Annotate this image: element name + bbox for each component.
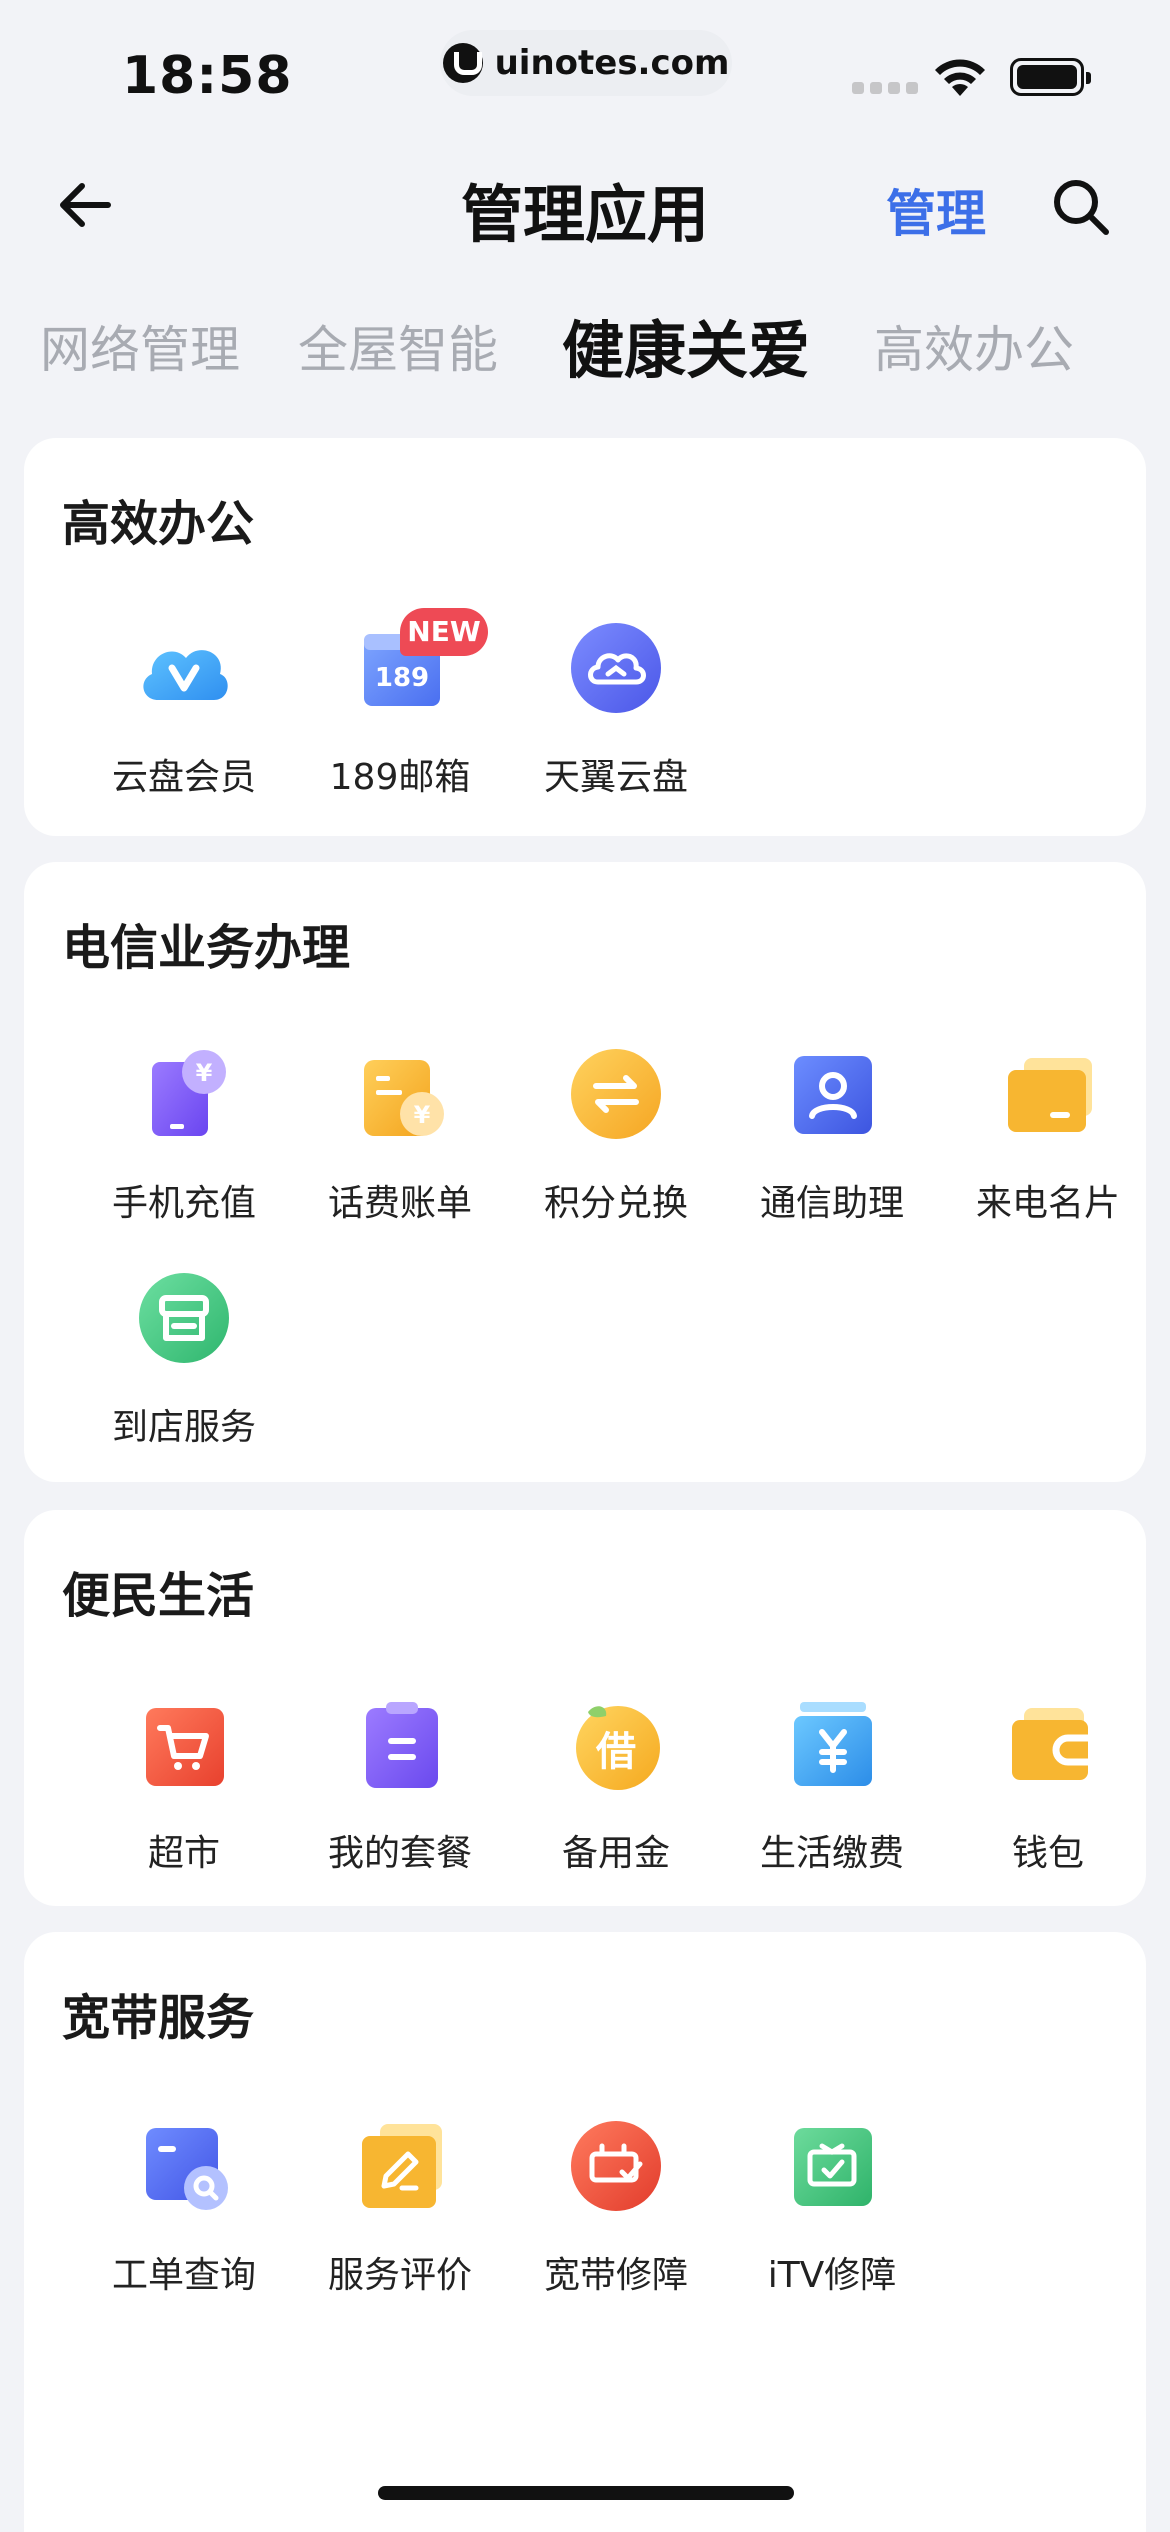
app-loan[interactable]: 借 备用金 bbox=[508, 1694, 724, 1884]
caller-card-icon bbox=[1008, 1058, 1092, 1132]
app-points-exchange[interactable]: 积分兑换 bbox=[508, 1044, 724, 1234]
app-label: 服务评价 bbox=[327, 2255, 472, 2296]
app-bill[interactable]: ¥ 话费账单 bbox=[292, 1044, 508, 1234]
service-review-icon bbox=[362, 2124, 442, 2208]
section-broadband: 宽带服务 工单查询 服务评价 宽带修障 iTV修障 bbox=[24, 1932, 1146, 2532]
section-title: 高效办公 bbox=[62, 496, 255, 552]
manage-button[interactable]: 管理 bbox=[886, 174, 986, 246]
app-label: 钱包 bbox=[1011, 1833, 1084, 1874]
app-label: 积分兑换 bbox=[543, 1183, 688, 1224]
page-title: 管理应用 bbox=[460, 178, 709, 251]
tab-smart-home[interactable]: 全屋智能 bbox=[298, 310, 498, 382]
app-label: 备用金 bbox=[561, 1833, 670, 1874]
app-189-mail[interactable]: 189 NEW 189邮箱 bbox=[292, 608, 508, 808]
category-tabs: 网络管理 全屋智能 健康关爱 高效办公 bbox=[0, 300, 1170, 390]
battery-icon bbox=[1010, 58, 1091, 96]
comm-assistant-icon bbox=[794, 1056, 872, 1134]
supermarket-icon bbox=[146, 1708, 224, 1786]
app-label: 天翼云盘 bbox=[543, 757, 688, 798]
app-label: 到店服务 bbox=[111, 1407, 256, 1448]
app-label: 手机充值 bbox=[111, 1183, 256, 1224]
tab-health[interactable]: 健康关爱 bbox=[562, 300, 810, 390]
store-service-icon bbox=[139, 1273, 229, 1363]
nav-bar: 管理应用 管理 bbox=[0, 150, 1170, 260]
broadband-repair-icon bbox=[571, 2121, 661, 2211]
app-label: 云盘会员 bbox=[111, 757, 256, 798]
tab-office[interactable]: 高效办公 bbox=[874, 310, 1074, 382]
app-label: 我的套餐 bbox=[327, 1833, 472, 1874]
app-comm-assistant[interactable]: 通信助理 bbox=[724, 1044, 940, 1234]
app-ticket-query[interactable]: 工单查询 bbox=[76, 2116, 292, 2306]
svg-text:189: 189 bbox=[375, 663, 429, 693]
home-indicator[interactable] bbox=[378, 2486, 794, 2500]
app-label: iTV修障 bbox=[767, 2255, 897, 2296]
points-exchange-icon bbox=[571, 1049, 661, 1139]
app-cloud-disk[interactable]: 天翼云盘 bbox=[508, 618, 724, 808]
app-label: 通信助理 bbox=[759, 1183, 904, 1224]
app-caller-card[interactable]: 来电名片 bbox=[940, 1044, 1156, 1234]
app-cloud-vip[interactable]: 云盘会员 bbox=[76, 618, 292, 808]
svg-text:¥: ¥ bbox=[414, 1101, 431, 1129]
section-office: 高效办公 云盘会员 189 NEW 189邮箱 天翼云盘 bbox=[24, 438, 1146, 836]
tab-network[interactable]: 网络管理 bbox=[40, 310, 240, 382]
cellular-signal-icon bbox=[852, 82, 918, 94]
url-pill[interactable]: uinotes.com bbox=[440, 30, 732, 96]
cloud-vip-icon bbox=[143, 650, 228, 700]
section-title: 便民生活 bbox=[62, 1568, 255, 1624]
app-broadband-repair[interactable]: 宽带修障 bbox=[508, 2116, 724, 2306]
section-title: 电信业务办理 bbox=[62, 920, 351, 976]
app-wallet[interactable]: 钱包 bbox=[940, 1694, 1156, 1884]
search-icon[interactable] bbox=[1050, 176, 1112, 238]
phone-recharge-icon: ¥ bbox=[152, 1050, 226, 1136]
app-supermarket[interactable]: 超市 bbox=[76, 1694, 292, 1884]
app-label: 宽带修障 bbox=[543, 2255, 688, 2296]
utility-payment-icon bbox=[794, 1702, 872, 1786]
app-store-service[interactable]: 到店服务 bbox=[76, 1268, 292, 1458]
app-label: 189邮箱 bbox=[329, 757, 471, 798]
app-label: 生活缴费 bbox=[759, 1833, 904, 1874]
section-telecom: 电信业务办理 ¥ 手机充值 ¥ 话费账单 积分兑换 通信助理 来电名片 到店服务 bbox=[24, 862, 1146, 1482]
wifi-icon bbox=[935, 59, 985, 96]
section-title: 宽带服务 bbox=[62, 1990, 255, 2046]
bill-icon: ¥ bbox=[364, 1060, 444, 1136]
section-life: 便民生活 超市 我的套餐 借 备用金 生活缴费 钱包 bbox=[24, 1510, 1146, 1906]
app-label: 工单查询 bbox=[111, 2255, 256, 2296]
app-itv-repair[interactable]: iTV修障 bbox=[724, 2116, 940, 2306]
status-time: 18:58 bbox=[122, 46, 293, 106]
app-phone-recharge[interactable]: ¥ 手机充值 bbox=[76, 1044, 292, 1234]
new-badge: NEW bbox=[400, 608, 488, 656]
loan-glyph: 借 bbox=[596, 1729, 636, 1775]
back-arrow-icon[interactable] bbox=[50, 170, 120, 240]
wallet-icon bbox=[1012, 1708, 1088, 1780]
url-text: uinotes.com bbox=[494, 43, 730, 83]
app-label: 来电名片 bbox=[975, 1183, 1120, 1224]
app-utility-payment[interactable]: 生活缴费 bbox=[724, 1694, 940, 1884]
app-label: 话费账单 bbox=[327, 1183, 472, 1224]
itv-repair-icon bbox=[794, 2128, 872, 2206]
status-bar: 18:58 uinotes.com bbox=[0, 0, 1170, 130]
cloud-disk-icon bbox=[571, 623, 661, 713]
app-service-review[interactable]: 服务评价 bbox=[292, 2116, 508, 2306]
my-plan-icon bbox=[366, 1702, 438, 1788]
site-logo-icon bbox=[442, 43, 483, 83]
ticket-query-icon bbox=[146, 2128, 228, 2210]
app-label: 超市 bbox=[147, 1833, 220, 1874]
app-my-plan[interactable]: 我的套餐 bbox=[292, 1694, 508, 1884]
svg-text:¥: ¥ bbox=[196, 1059, 213, 1087]
